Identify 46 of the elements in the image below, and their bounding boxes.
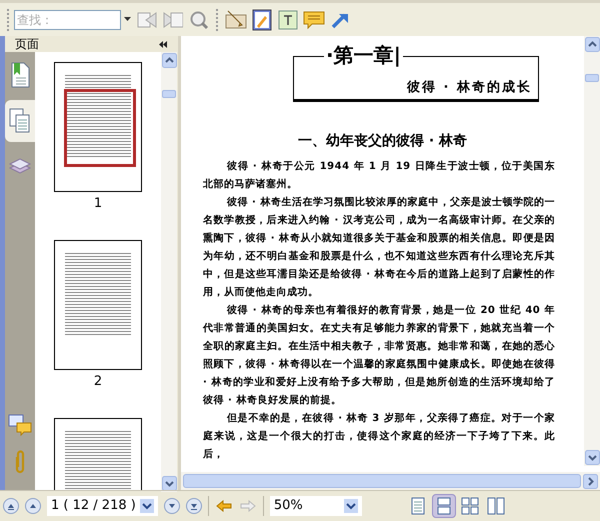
- page-number: 1: [94, 195, 102, 213]
- next-page-button[interactable]: [164, 498, 180, 514]
- toolbar-grip[interactable]: [216, 8, 219, 30]
- page-thumbnail[interactable]: [54, 240, 142, 370]
- triangle-up-icon: [29, 502, 37, 510]
- page-number-field[interactable]: 1 ( 12 / 218 ): [47, 496, 158, 516]
- body-paragraph: 彼得 · 林奇生活在学习氛围比较浓厚的家庭中，父亲是波士顿学院的一名数学教授，后来进入约翰 · 汉考克公司，成为一名高级审计师。在父亲的熏陶下，彼得 · 林奇从小就知道很多关于基金和股票的相关信息。即便是因为年幼，还不明白基金和股票是什么，也不知道这些东西有什么理论充斥其中，但是这些耳濡目染还是给彼得 · 林奇在今后的道路上起到了启蒙性的作用，从而使他走向成功。: [203, 195, 555, 300]
- triangle-down-icon: [190, 502, 198, 510]
- toolbar-grip[interactable]: [7, 8, 10, 30]
- collapse-icon[interactable]: [159, 40, 167, 48]
- scroll-thumb[interactable]: [585, 74, 599, 82]
- scroll-down-icon: [162, 476, 176, 491]
- chapter-title: ·第一章|: [324, 43, 403, 67]
- scroll-up-icon: [584, 37, 600, 52]
- scroll-up-icon: [162, 53, 176, 68]
- horizontal-scrollbar[interactable]: [181, 472, 600, 490]
- back-button[interactable]: [214, 497, 233, 515]
- vertical-scrollbar[interactable]: [161, 52, 177, 492]
- body-paragraph: 但是不幸的是，在彼得 · 林奇 3 岁那年，父亲得了癌症。对于一个家庭来说，这是一个很大的打击，使得这个家庭的经济一下子垮了下来。此后，: [203, 411, 555, 462]
- page-number: 2: [94, 373, 102, 391]
- first-page-button[interactable]: [3, 498, 19, 514]
- last-page-button[interactable]: [186, 498, 202, 514]
- comments-icon[interactable]: [8, 414, 32, 436]
- scroll-thumb[interactable]: [162, 90, 176, 98]
- paperclip-icon[interactable]: [13, 450, 27, 474]
- sidebar-title: 页面: [15, 37, 39, 51]
- previous-page-button[interactable]: [25, 498, 41, 514]
- search-field[interactable]: 查找：: [14, 10, 121, 30]
- zoom-field[interactable]: 50%: [270, 496, 362, 516]
- triangle-up-icon: [7, 502, 15, 510]
- chapter-subtitle: 彼得 · 林奇的成长: [407, 80, 532, 95]
- scroll-right-icon: [583, 474, 598, 488]
- body-paragraph: 彼得 · 林奇于公元 1944 年 1 月 19 日降生于波士顿，位于美国东北部的马萨诸塞州。: [203, 159, 555, 192]
- dropdown-arrow-icon: [124, 17, 131, 22]
- bookmark-page-icon: [9, 62, 31, 88]
- viewport-frame[interactable]: [64, 89, 136, 167]
- scroll-thumb[interactable]: [183, 474, 581, 488]
- scroll-down-icon: [584, 450, 600, 465]
- view-mode-button[interactable]: [432, 494, 456, 518]
- vertical-scrollbar[interactable]: [584, 36, 600, 466]
- triangle-down-icon: [168, 502, 176, 510]
- sidebar-tab[interactable]: [5, 100, 35, 142]
- body-paragraph: 彼得 · 林奇的母亲也有着很好的教育背景，她是一位 20 世纪 40 年代非常普通的美国妇女。在丈夫有足够能力养家的背景下，她就充当着一个全职的家庭主妇。在生活中相夫教子，非常贤惠。她非常和蔼，在她的悉心照顾下，彼得 · 林奇得以在一个温馨的家庭氛围中健康成长。即使她在彼得 · 林奇的学业和爱好上没有给予多大帮助，但是她所创造的生活环境却给了彼得 · 林奇良好发展的前提。: [203, 303, 555, 408]
- pages-icon: [9, 108, 31, 134]
- page-thumbnail[interactable]: [54, 62, 142, 192]
- section-title: 一、幼年丧父的彼得 · 林奇: [298, 132, 468, 150]
